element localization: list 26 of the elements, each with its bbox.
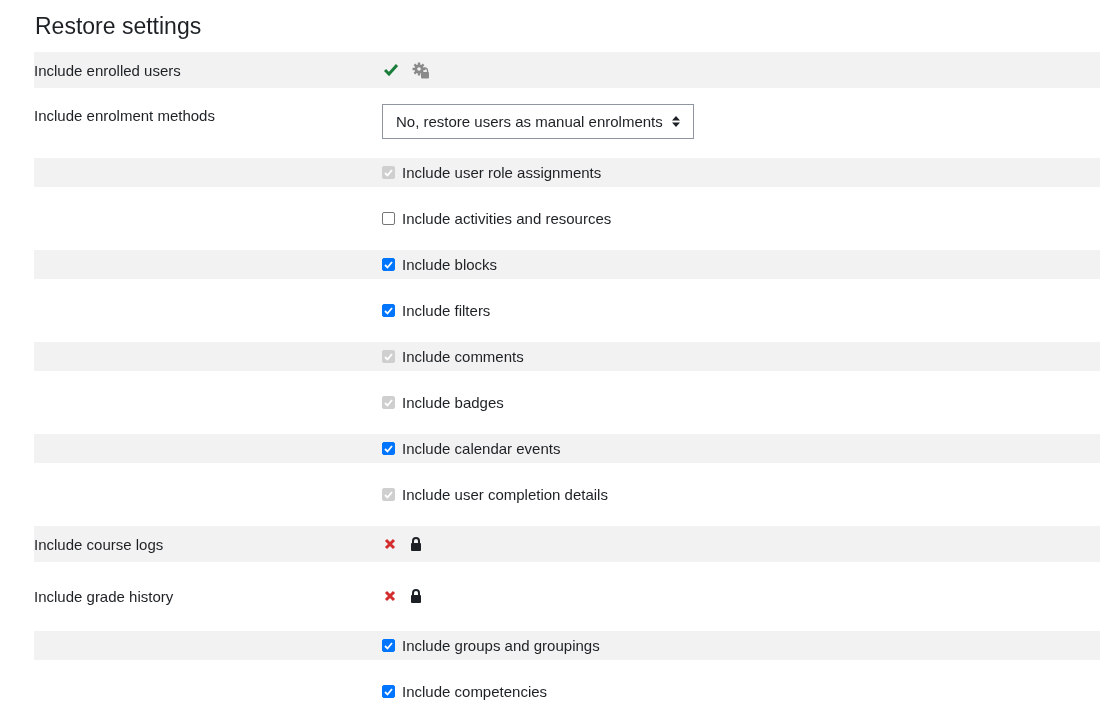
checkbox-label: Include groups and groupings — [402, 637, 600, 654]
checkbox[interactable] — [382, 212, 395, 225]
checkbox-label: Include badges — [402, 394, 504, 411]
setting-label: Include grade history — [34, 587, 174, 605]
setting-label: Include enrolled users — [34, 61, 181, 79]
checkbox[interactable] — [382, 258, 395, 271]
checkbox-label: Include filters — [402, 302, 491, 319]
checkbox-label: Include activities and resources — [402, 210, 612, 227]
checkbox-label: Include comments — [402, 348, 524, 365]
checkbox[interactable] — [382, 304, 395, 317]
page-title: Restore settings — [34, 12, 203, 41]
checkbox[interactable] — [382, 685, 395, 698]
checkbox-label: Include user completion details — [402, 486, 608, 503]
padlock-icon — [410, 537, 422, 551]
checkbox-label: Include blocks — [402, 256, 498, 273]
checkbox-label: Include user role assignments — [402, 164, 602, 181]
padlock-icon — [410, 589, 422, 603]
checkbox-label: Include calendar events — [402, 440, 561, 457]
sort-caret-icon — [671, 116, 680, 127]
checkbox-label: Include competencies — [402, 683, 548, 700]
enrolment-methods-select[interactable]: No, restore users as manual enrolments — [382, 104, 694, 139]
checkbox[interactable] — [382, 442, 395, 455]
checkbox[interactable] — [382, 639, 395, 652]
setting-label: Include enrolment methods — [34, 107, 215, 124]
gear-lock-icon — [412, 61, 430, 79]
setting-label: Include course logs — [34, 535, 164, 553]
